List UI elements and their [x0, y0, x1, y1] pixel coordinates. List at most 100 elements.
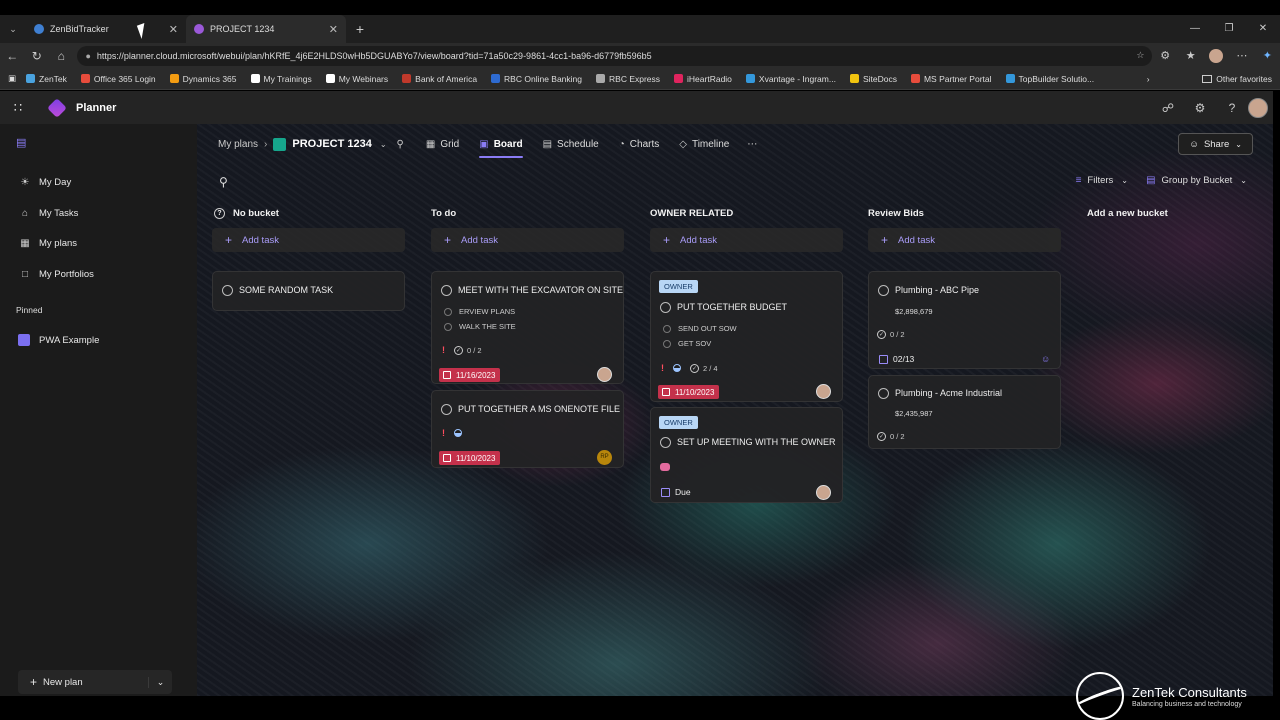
search-icon[interactable]: ⚲	[219, 175, 228, 189]
add-task-button[interactable]: + Add task	[868, 228, 1061, 252]
favorite-link[interactable]: SiteDocs	[849, 74, 897, 84]
settings-gear-icon[interactable]: ⚙	[1184, 101, 1216, 115]
complete-circle-icon[interactable]	[878, 285, 889, 296]
task-card-meeting[interactable]: OWNER SET UP MEETING WITH THE OWNER Due	[650, 407, 843, 503]
favorites-icon[interactable]: ★	[1178, 49, 1203, 62]
favorite-link[interactable]: Bank of America	[402, 74, 477, 84]
complete-circle-icon[interactable]	[222, 285, 233, 296]
task-card-acme-industrial[interactable]: Plumbing - Acme Industrial $2,435,987 ✓ …	[868, 375, 1061, 449]
favorite-link[interactable]: ZenTek	[26, 74, 67, 84]
app-launcher-icon[interactable]: ∷	[0, 100, 36, 116]
other-favorites[interactable]: Other favorites	[1202, 74, 1272, 84]
bucket-header-review-bids[interactable]: Review Bids	[868, 208, 924, 219]
add-task-button[interactable]: + Add task	[650, 228, 843, 252]
favorite-link[interactable]: Office 365 Login	[80, 74, 156, 84]
refresh-icon[interactable]: ↻	[24, 49, 48, 63]
help-icon[interactable]: ?	[1216, 101, 1248, 115]
home-icon[interactable]: ⌂	[49, 49, 73, 63]
favorite-link[interactable]: My Trainings	[250, 74, 312, 84]
nav-item-my-plans[interactable]: ▦ My plans	[18, 238, 77, 249]
task-card-abc-pipe[interactable]: Plumbing - ABC Pipe $2,898,679 ✓ 0 / 2 0…	[868, 271, 1061, 369]
favorite-star-icon[interactable]: ☆	[1136, 50, 1144, 61]
collapse-nav-icon[interactable]: ▤	[16, 136, 26, 149]
checklist-item[interactable]: WALK THE SITE	[444, 322, 516, 331]
tab-grid[interactable]: ▦ Grid	[426, 124, 459, 164]
nav-item-my-portfolios[interactable]: □ My Portfolios	[18, 269, 94, 280]
close-tab-icon[interactable]: ✕	[169, 23, 178, 36]
extensions-icon[interactable]: ⚙	[1152, 49, 1177, 62]
back-icon[interactable]: ←	[0, 49, 24, 63]
tab-board[interactable]: ▣ Board	[479, 124, 523, 164]
task-meta: !	[442, 428, 471, 438]
tab-label: ZenBidTracker	[50, 24, 109, 34]
task-card-onenote[interactable]: PUT TOGETHER A MS ONENOTE FILE ! 11/10/2…	[431, 390, 624, 468]
complete-circle-icon[interactable]	[660, 437, 671, 448]
tab-timeline[interactable]: ◇ Timeline	[679, 124, 729, 164]
assignee-avatar[interactable]	[816, 485, 831, 500]
plan-title[interactable]: PROJECT 1234	[292, 138, 371, 150]
favorite-link[interactable]: Xvantage - Ingram...	[745, 74, 836, 84]
reading-icon[interactable]: ▣	[8, 73, 16, 84]
favorite-link[interactable]: My Webinars	[325, 74, 388, 84]
task-card-budget[interactable]: OWNER PUT TOGETHER BUDGET SEND OUT SOW G…	[650, 271, 843, 402]
filters-button[interactable]: ≡ Filters ⌄	[1076, 175, 1128, 186]
assignee-avatar[interactable]	[597, 367, 612, 382]
pin-icon[interactable]: ⚲	[397, 139, 404, 150]
favorite-link[interactable]: RBC Online Banking	[491, 74, 582, 84]
chevron-right-icon[interactable]: ›	[1147, 74, 1150, 84]
share-button[interactable]: ☺ Share ⌄	[1178, 133, 1253, 155]
more-views-icon[interactable]: ⋯	[747, 139, 757, 150]
task-card-random[interactable]: SOME RANDOM TASK	[212, 271, 405, 311]
due-date-badge: 11/10/2023	[658, 385, 720, 399]
maximize-icon[interactable]: ❐	[1212, 15, 1246, 43]
tab-list-dropdown-icon[interactable]: ⌄	[0, 15, 26, 43]
nav-item-my-tasks[interactable]: ⌂ My Tasks	[18, 208, 78, 219]
favorite-link[interactable]: iHeartRadio	[674, 74, 732, 84]
favorite-link[interactable]: MS Partner Portal	[910, 74, 992, 84]
copilot-icon[interactable]: ✦	[1255, 49, 1280, 62]
favorite-link[interactable]: TopBuilder Solutio...	[1005, 74, 1094, 84]
nav-item-my-day[interactable]: ☀ My Day	[18, 177, 72, 188]
plus-icon: +	[881, 233, 889, 247]
favorite-link[interactable]: Dynamics 365	[169, 74, 237, 84]
close-window-icon[interactable]: ✕	[1246, 15, 1280, 43]
more-icon[interactable]: ⋯	[1229, 49, 1254, 62]
chevron-down-icon[interactable]: ⌄	[148, 676, 172, 688]
browser-tab-zenbidtracker[interactable]: ZenBidTracker ✕	[26, 15, 186, 43]
minimize-icon[interactable]: —	[1178, 15, 1212, 43]
tab-charts[interactable]: ◔ Charts	[619, 124, 660, 164]
new-plan-button[interactable]: + New plan ⌄	[18, 670, 172, 694]
bucket-header-to-do[interactable]: To do	[431, 208, 456, 219]
pinned-heading: Pinned	[16, 305, 43, 315]
browser-tab-project[interactable]: PROJECT 1234 ✕	[186, 15, 346, 43]
assignee-avatar[interactable]	[816, 384, 831, 399]
checklist-progress-icon: ✓	[877, 432, 886, 441]
add-bucket-button[interactable]: Add a new bucket	[1087, 208, 1168, 219]
close-tab-icon[interactable]: ✕	[329, 23, 338, 36]
user-avatar[interactable]	[1248, 97, 1268, 118]
add-task-button[interactable]: + Add task	[431, 228, 624, 252]
complete-circle-icon[interactable]	[441, 285, 452, 296]
new-tab-icon[interactable]: +	[350, 15, 370, 43]
chevron-down-icon[interactable]: ⌄	[380, 140, 387, 149]
share-link-icon[interactable]: ☍	[1152, 101, 1184, 115]
group-by-button[interactable]: ▤ Group by Bucket ⌄	[1146, 175, 1247, 186]
complete-circle-icon[interactable]	[660, 302, 671, 313]
checklist-item[interactable]: ERVIEW PLANS	[444, 307, 515, 316]
checklist-item[interactable]: SEND OUT SOW	[663, 324, 737, 333]
breadcrumb-my-plans[interactable]: My plans	[218, 139, 258, 150]
favorite-link[interactable]: RBC Express	[596, 74, 660, 84]
checklist-progress-icon: ✓	[454, 345, 463, 355]
add-task-button[interactable]: + Add task	[212, 228, 405, 252]
task-card-excavator[interactable]: MEET WITH THE EXCAVATOR ON SITE ERVIEW P…	[431, 271, 624, 384]
profile-avatar[interactable]	[1209, 48, 1224, 63]
complete-circle-icon[interactable]	[878, 388, 889, 399]
complete-circle-icon[interactable]	[441, 404, 452, 415]
url-input[interactable]: ● https://planner.cloud.microsoft/webui/…	[77, 45, 1153, 66]
bucket-header-no-bucket[interactable]: ? No bucket	[214, 208, 279, 219]
nav-item-pwa-example[interactable]: PWA Example	[18, 334, 99, 346]
tab-schedule[interactable]: ▤ Schedule	[543, 124, 599, 164]
assignee-avatar[interactable]: RP	[597, 450, 612, 465]
checklist-item[interactable]: GET SOV	[663, 339, 711, 348]
bucket-header-owner-related[interactable]: OWNER RELATED	[650, 208, 733, 219]
